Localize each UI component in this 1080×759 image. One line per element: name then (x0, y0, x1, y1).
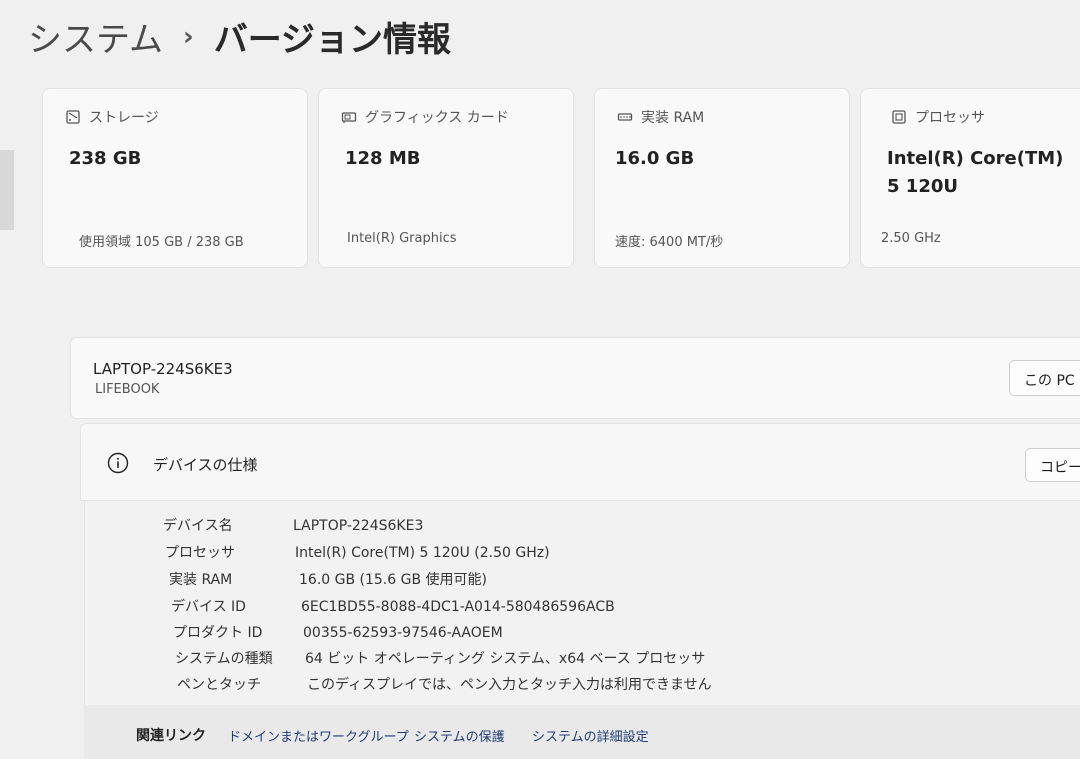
breadcrumb-separator: › (182, 21, 194, 52)
spec-label: 実装 RAM (169, 572, 233, 588)
processor-card-label: プロセッサ (915, 110, 985, 126)
processor-card[interactable]: プロセッサ Intel(R) Core(TM) 5 120U 2.50 GHz (860, 88, 1080, 268)
spec-label: プロダクト ID (173, 625, 263, 641)
processor-card-sub: 2.50 GHz (881, 231, 941, 246)
ram-card-label: 実装 RAM (641, 110, 705, 126)
device-specs-body: デバイス名 LAPTOP-224S6KE3 プロセッサ Intel(R) Core(… (84, 501, 1080, 705)
breadcrumb: システム › バージョン情報 (28, 12, 451, 61)
info-icon (107, 452, 129, 474)
spec-row: システムの種類 64 ビット オペレーティング システム、x64 ベース プロセッ… (175, 648, 705, 668)
graphics-card[interactable]: グラフィックス カード 128 MB Intel(R) Graphics (318, 88, 574, 268)
spec-value: 00355-62593-97546-AAOEM (303, 625, 503, 641)
spec-row: 実装 RAM 16.0 GB (15.6 GB 使用可能) (169, 569, 487, 589)
device-model: LIFEBOOK (95, 382, 160, 397)
link-system-protection[interactable]: システムの保護 (414, 726, 505, 745)
storage-card-value: 238 GB (69, 148, 142, 169)
device-specs-title: デバイスの仕様 (153, 456, 258, 474)
spec-label: デバイス ID (171, 599, 246, 615)
graphics-card-icon (341, 112, 357, 123)
spec-row: ペンとタッチ このディスプレイでは、ペン入力とタッチ入力は利用できません (177, 674, 712, 694)
spec-label: プロセッサ (165, 545, 235, 561)
spec-value: LAPTOP-224S6KE3 (293, 518, 424, 534)
graphics-card-value: 128 MB (345, 148, 421, 169)
breadcrumb-parent[interactable]: システム (28, 12, 163, 61)
device-name-bar: LAPTOP-224S6KE3 LIFEBOOK この PC の名前を変更 (70, 337, 1080, 419)
copy-button[interactable]: コピー (1025, 448, 1080, 482)
spec-value: このディスプレイでは、ペン入力とタッチ入力は利用できません (307, 677, 712, 693)
spec-row: デバイス ID 6EC1BD55-8088-4DC1-A014-580486596… (171, 596, 615, 616)
spec-value: 6EC1BD55-8088-4DC1-A014-580486596ACB (301, 599, 615, 615)
ram-icon (617, 113, 633, 121)
left-edge-strip (0, 150, 14, 230)
graphics-card-sub: Intel(R) Graphics (347, 231, 457, 246)
storage-card-label: ストレージ (89, 110, 159, 126)
device-specs-header[interactable]: デバイスの仕様 コピー (80, 423, 1080, 501)
ram-card-value: 16.0 GB (615, 148, 695, 169)
spec-label: ペンとタッチ (177, 677, 261, 693)
ram-card-sub: 速度: 6400 MT/秒 (615, 235, 724, 250)
spec-row: プロダクト ID 00355-62593-97546-AAOEM (173, 622, 503, 642)
spec-row: デバイス名 LAPTOP-224S6KE3 (163, 515, 423, 535)
link-domain-workgroup[interactable]: ドメインまたはワークグループ (228, 726, 409, 745)
related-links-label: 関連リンク (136, 728, 206, 744)
spec-value: 16.0 GB (15.6 GB 使用可能) (299, 572, 487, 588)
storage-icon (66, 110, 80, 124)
spec-label: システムの種類 (175, 651, 273, 667)
rename-pc-button[interactable]: この PC の名前を変更 (1009, 360, 1080, 396)
page-title: バージョン情報 (213, 20, 452, 60)
spec-label: デバイス名 (163, 518, 233, 534)
storage-card-sub: 使用領域 105 GB / 238 GB (79, 235, 244, 250)
spec-row: プロセッサ Intel(R) Core(TM) 5 120U (2.50 GHz) (165, 542, 550, 562)
storage-card[interactable]: ストレージ 238 GB 使用領域 105 GB / 238 GB (42, 88, 308, 268)
processor-icon (892, 110, 906, 124)
processor-card-value: Intel(R) Core(TM) 5 120U (887, 148, 1064, 197)
ram-card[interactable]: 実装 RAM 16.0 GB 速度: 6400 MT/秒 (594, 88, 850, 268)
spec-value: 64 ビット オペレーティング システム、x64 ベース プロセッサ (305, 651, 706, 667)
link-advanced-system-settings[interactable]: システムの詳細設定 (532, 726, 649, 745)
device-name: LAPTOP-224S6KE3 (93, 360, 233, 378)
spec-value: Intel(R) Core(TM) 5 120U (2.50 GHz) (295, 545, 550, 561)
related-links-bar: 関連リンク ドメインまたはワークグループ システムの保護 システムの詳細設定 (84, 705, 1080, 759)
graphics-card-label: グラフィックス カード (365, 110, 509, 126)
